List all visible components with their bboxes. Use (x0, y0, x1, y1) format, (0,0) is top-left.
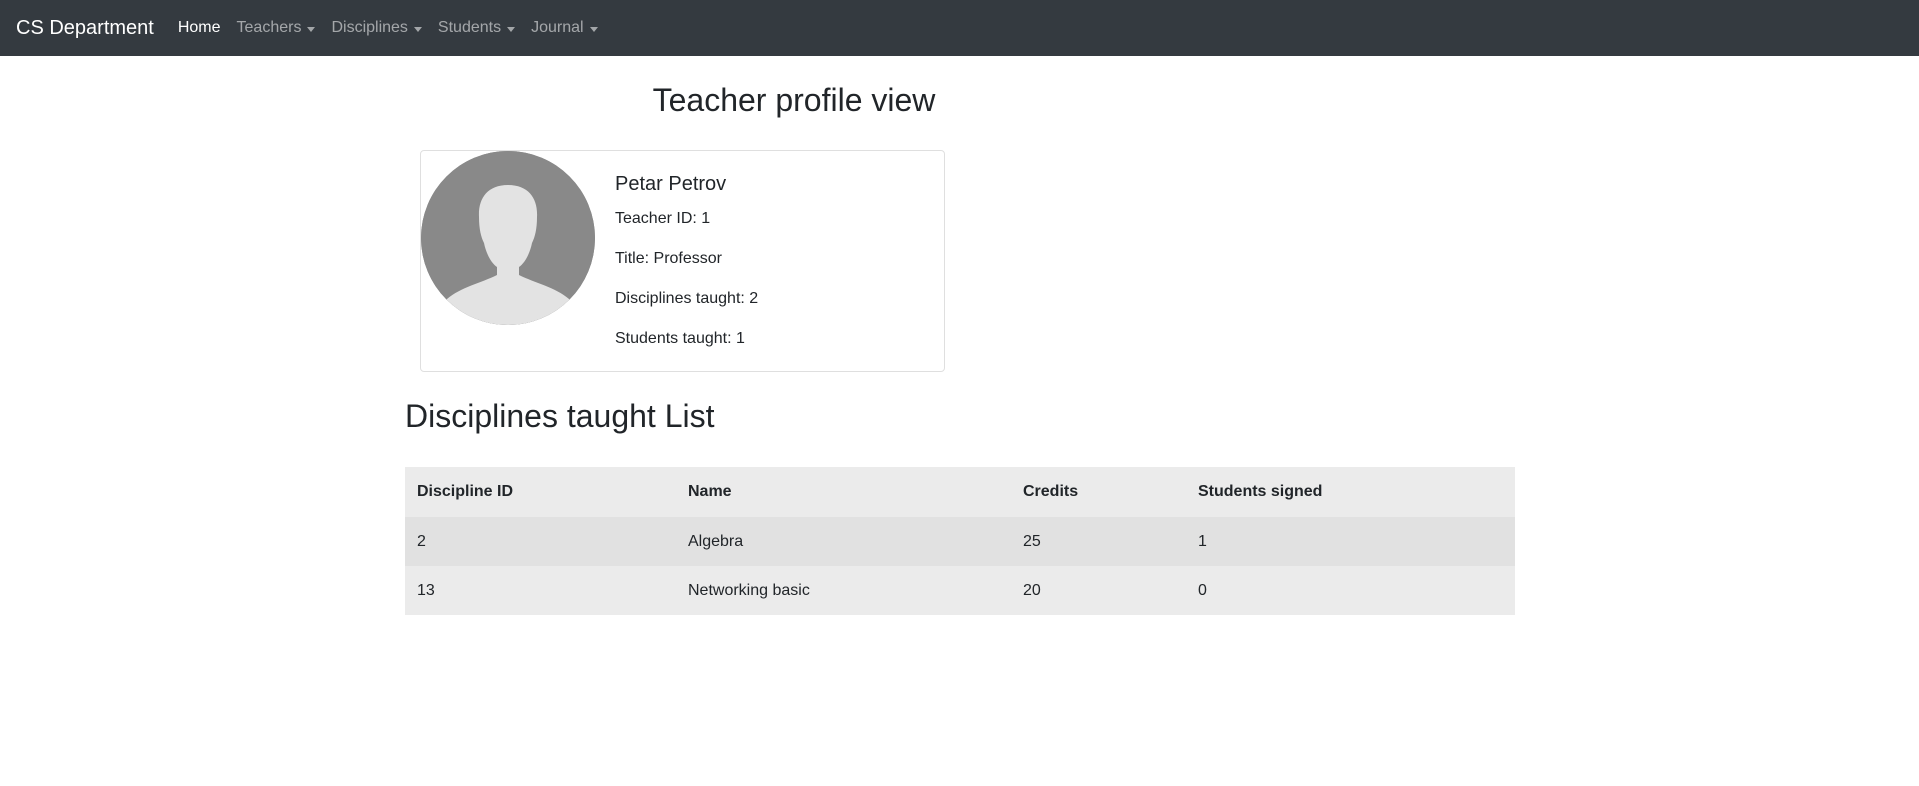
nav-journal-dropdown[interactable]: Journal (531, 19, 598, 37)
nav-home[interactable]: Home (178, 19, 221, 37)
nav-disciplines-label: Disciplines (331, 19, 408, 36)
page-title: Teacher profile view (652, 82, 936, 118)
cell-discipline-id: 13 (417, 581, 435, 599)
cell-name: Algebra (688, 532, 744, 550)
cell-students-signed: 1 (1198, 532, 1207, 550)
caret-down-icon (507, 26, 516, 32)
col-header-discipline-id: Discipline ID (417, 483, 514, 500)
students-taught-count: Students taught: 1 (615, 330, 745, 347)
profile-info: Petar Petrov Teacher ID: 1 Title: Profes… (615, 169, 758, 367)
cell-students-signed: 0 (1198, 581, 1207, 599)
teacher-title: Title: Professor (615, 250, 722, 267)
nav-teachers-label: Teachers (236, 19, 302, 36)
cell-name: Networking basic (688, 581, 810, 599)
nav-home-label: Home (177, 19, 221, 36)
teacher-profile-card: Petar Petrov Teacher ID: 1 Title: Profes… (420, 150, 945, 372)
teacher-id: Teacher ID: 1 (615, 210, 711, 227)
col-header-name: Name (688, 483, 732, 500)
disciplines-table: Discipline ID Name Credits Students sign… (405, 467, 1515, 615)
disciplines-heading: Disciplines taught List (405, 398, 715, 434)
teacher-name: Petar Petrov (615, 173, 727, 195)
nav-students-label: Students (437, 19, 502, 36)
disciplines-taught-count: Disciplines taught: 2 (615, 290, 759, 307)
col-header-credits: Credits (1023, 483, 1079, 500)
table-row: 2 Algebra 25 1 (405, 517, 1515, 566)
cell-discipline-id: 2 (417, 532, 426, 550)
nav-disciplines-dropdown[interactable]: Disciplines (331, 19, 422, 37)
top-navbar: CS Department Home Teachers Disciplines … (0, 0, 1919, 56)
disciplines-table-container: Discipline ID Name Credits Students sign… (405, 467, 1515, 615)
table-row: 13 Networking basic 20 0 (405, 566, 1515, 615)
brand-link[interactable]: CS Department (16, 17, 154, 40)
caret-down-icon (413, 26, 422, 32)
cell-credits: 25 (1023, 532, 1041, 550)
col-header-students-signed: Students signed (1198, 483, 1323, 500)
nav-journal-label: Journal (531, 19, 584, 36)
table-header-row: Discipline ID Name Credits Students sign… (405, 467, 1515, 517)
cell-credits: 20 (1023, 581, 1041, 599)
caret-down-icon (307, 26, 316, 32)
nav-students-dropdown[interactable]: Students (437, 19, 516, 37)
nav-teachers-dropdown[interactable]: Teachers (237, 19, 316, 37)
caret-down-icon (589, 26, 598, 32)
user-silhouette-icon (421, 151, 595, 325)
